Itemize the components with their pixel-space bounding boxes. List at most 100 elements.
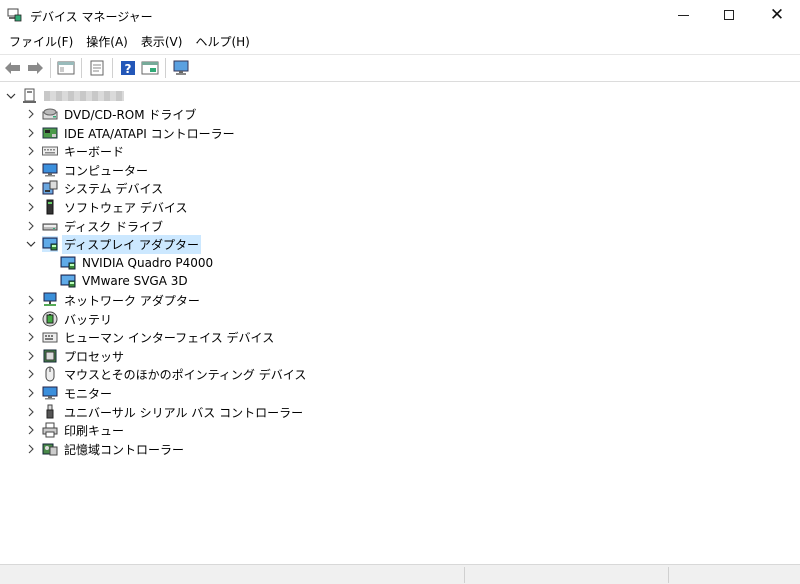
chevron-right-icon[interactable] bbox=[26, 444, 36, 454]
tree-category[interactable]: DVD/CD-ROM ドライブ bbox=[26, 105, 198, 123]
tree-category[interactable]: バッテリ bbox=[26, 310, 114, 328]
tree-item-label: ネットワーク アダプター bbox=[64, 293, 200, 308]
tree-item-label: NVIDIA Quadro P4000 bbox=[82, 256, 214, 270]
tree-item-label: 記憶域コントローラー bbox=[64, 442, 185, 457]
chevron-right-icon[interactable] bbox=[26, 109, 36, 119]
computer-name-redacted bbox=[44, 91, 124, 101]
chevron-right-icon[interactable] bbox=[26, 146, 36, 156]
chevron-right-icon[interactable] bbox=[26, 165, 36, 175]
maximize-icon bbox=[724, 10, 734, 20]
tree-item-label: システム デバイス bbox=[64, 181, 164, 196]
ide-controller-icon bbox=[42, 125, 58, 141]
tree-category[interactable]: キーボード bbox=[26, 142, 126, 160]
printer-icon bbox=[42, 422, 58, 438]
scan-hardware-button[interactable] bbox=[170, 57, 192, 79]
computer-icon bbox=[42, 162, 58, 178]
tree-item-label: バッテリ bbox=[64, 312, 113, 327]
tree-category[interactable]: ネットワーク アダプター bbox=[26, 291, 202, 309]
processor-icon bbox=[42, 348, 58, 364]
display-adapter-icon bbox=[60, 273, 76, 289]
svg-text:?: ? bbox=[125, 62, 132, 76]
chevron-right-icon[interactable] bbox=[26, 407, 36, 417]
menu-help[interactable]: ヘルプ(H) bbox=[190, 31, 254, 52]
chevron-right-icon[interactable] bbox=[26, 202, 36, 212]
chevron-right-icon[interactable] bbox=[26, 388, 36, 398]
status-segment bbox=[668, 567, 669, 583]
display-adapter-icon bbox=[42, 236, 58, 252]
tree-category[interactable]: ユニバーサル シリアル バス コントローラー bbox=[26, 403, 305, 421]
chevron-right-icon[interactable] bbox=[26, 221, 36, 231]
tree-category[interactable]: マウスとそのほかのポインティング デバイス bbox=[26, 365, 308, 383]
update-driver-icon bbox=[141, 61, 159, 75]
tree-category[interactable]: システム デバイス bbox=[26, 179, 165, 197]
software-device-icon bbox=[42, 199, 58, 215]
forward-button[interactable] bbox=[24, 57, 46, 79]
window-title: デバイス マネージャー bbox=[30, 10, 153, 24]
help-button[interactable]: ? bbox=[117, 57, 139, 79]
tree-category[interactable]: ディスク ドライブ bbox=[26, 217, 165, 235]
properties-icon bbox=[90, 60, 104, 76]
minimize-button[interactable] bbox=[660, 0, 706, 30]
properties-button[interactable] bbox=[86, 57, 108, 79]
chevron-right-icon[interactable] bbox=[26, 425, 36, 435]
menu-view[interactable]: 表示(V) bbox=[136, 31, 188, 52]
hid-icon bbox=[42, 329, 58, 345]
close-button[interactable]: ✕ bbox=[754, 0, 800, 30]
dvd-drive-icon bbox=[42, 106, 58, 122]
tree-item-label: マウスとそのほかのポインティング デバイス bbox=[64, 367, 307, 382]
forward-arrow-icon bbox=[28, 62, 43, 74]
computer-root-icon bbox=[22, 88, 38, 104]
tree-item-label: モニター bbox=[64, 386, 113, 401]
maximize-button[interactable] bbox=[706, 0, 752, 30]
tree-category[interactable]: コンピューター bbox=[26, 161, 150, 179]
chevron-right-icon[interactable] bbox=[26, 369, 36, 379]
mouse-icon bbox=[42, 366, 58, 382]
tree-category[interactable]: ヒューマン インターフェイス デバイス bbox=[26, 328, 276, 346]
battery-icon bbox=[42, 311, 58, 327]
tree-item-label: ディスプレイ アダプター bbox=[62, 234, 201, 254]
disk-drive-icon bbox=[42, 218, 58, 234]
menu-bar: ファイル(F) 操作(A) 表示(V) ヘルプ(H) bbox=[0, 30, 800, 52]
storage-controller-icon bbox=[42, 441, 58, 457]
minimize-icon bbox=[677, 14, 689, 16]
tree-category[interactable]: ソフトウェア デバイス bbox=[26, 198, 189, 216]
menu-file[interactable]: ファイル(F) bbox=[4, 31, 78, 52]
keyboard-icon bbox=[42, 143, 58, 159]
chevron-right-icon[interactable] bbox=[26, 295, 36, 305]
tree-category[interactable]: 印刷キュー bbox=[26, 421, 126, 439]
chevron-right-icon[interactable] bbox=[26, 314, 36, 324]
device-tree: DVD/CD-ROM ドライブ IDE ATA/ATAPI コントローラー キーボー… bbox=[0, 84, 800, 560]
tree-category[interactable]: 記憶域コントローラー bbox=[26, 440, 186, 458]
menu-action[interactable]: 操作(A) bbox=[81, 31, 133, 52]
tree-device[interactable]: NVIDIA Quadro P4000 bbox=[60, 254, 215, 272]
tree-item-label: プロセッサ bbox=[64, 349, 125, 364]
tree-category[interactable]: モニター bbox=[26, 384, 114, 402]
close-icon: ✕ bbox=[769, 4, 785, 25]
back-button[interactable] bbox=[2, 57, 24, 79]
tree-item-label: VMware SVGA 3D bbox=[82, 274, 188, 288]
chevron-right-icon[interactable] bbox=[26, 332, 36, 342]
scan-hardware-icon bbox=[173, 60, 189, 75]
tree-item-label: ヒューマン インターフェイス デバイス bbox=[64, 330, 275, 345]
chevron-down-icon[interactable] bbox=[26, 239, 36, 249]
system-devices-icon bbox=[42, 180, 58, 196]
chevron-right-icon[interactable] bbox=[26, 351, 36, 361]
tree-device[interactable]: VMware SVGA 3D bbox=[60, 272, 190, 290]
toolbar: ? bbox=[0, 54, 800, 82]
chevron-right-icon[interactable] bbox=[26, 128, 36, 138]
tree-category[interactable]: ディスプレイ アダプター bbox=[26, 234, 201, 254]
tree-item-label: ユニバーサル シリアル バス コントローラー bbox=[64, 405, 304, 420]
usb-icon bbox=[42, 404, 58, 420]
tree-item-label: IDE ATA/ATAPI コントローラー bbox=[64, 126, 235, 141]
tree-category[interactable]: IDE ATA/ATAPI コントローラー bbox=[26, 124, 237, 142]
tree-item-label: 印刷キュー bbox=[64, 423, 125, 438]
show-hidden-button[interactable] bbox=[55, 57, 77, 79]
chevron-right-icon[interactable] bbox=[26, 183, 36, 193]
tree-category[interactable]: プロセッサ bbox=[26, 347, 126, 365]
toolbar-separator bbox=[81, 58, 82, 78]
toolbar-separator bbox=[112, 58, 113, 78]
toolbar-separator bbox=[50, 58, 51, 78]
tree-root[interactable] bbox=[6, 87, 124, 105]
update-driver-button[interactable] bbox=[139, 57, 161, 79]
chevron-down-icon[interactable] bbox=[6, 91, 16, 101]
